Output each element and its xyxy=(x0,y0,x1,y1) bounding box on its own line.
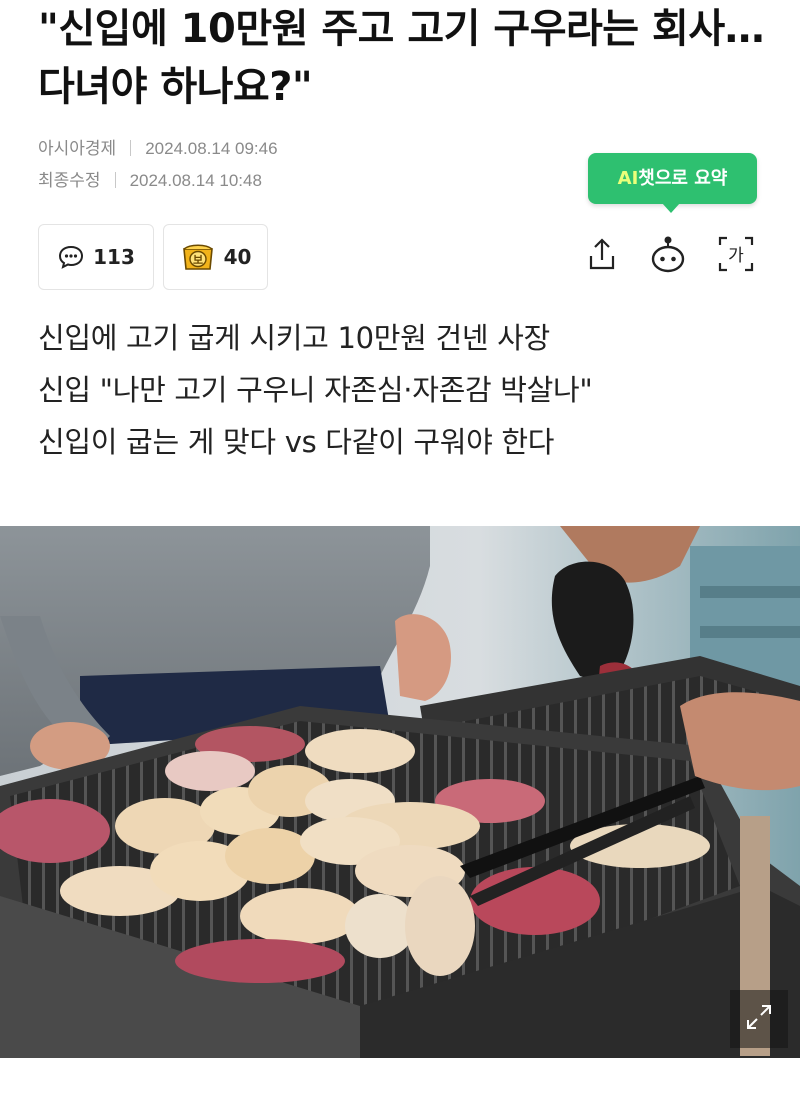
summary-line: 신입 "나만 고기 구우니 자존심·자존감 박살나" xyxy=(38,373,593,407)
article-photo[interactable] xyxy=(0,526,800,1058)
reward-count: 40 xyxy=(223,245,252,269)
publish-date: 2024.08.14 09:46 xyxy=(145,139,278,158)
ai-chat-summary-button[interactable]: AI챗으로 요약 xyxy=(588,153,757,204)
modified-label: 최종수정 xyxy=(38,171,101,190)
right-hand xyxy=(680,692,800,791)
font-size-glyph: 가 xyxy=(728,246,744,266)
share-icon[interactable] xyxy=(582,232,622,276)
reward-glyph: 보 xyxy=(193,254,203,267)
meta-divider xyxy=(130,140,132,156)
summary-line: 신입에 고기 굽게 시키고 10만원 건넨 사장 xyxy=(38,321,550,355)
ai-button-tail xyxy=(662,203,680,213)
publish-info: 아시아경제 2024.08.14 09:46 xyxy=(38,134,278,159)
modified-info: 최종수정 2024.08.14 10:48 xyxy=(38,166,262,191)
summary-line: 신입이 굽는 게 맞다 vs 다같이 구워야 한다 xyxy=(38,425,555,459)
article-summary: 신입에 고기 굽게 시키고 10만원 건넨 사장 신입 "나만 고기 구우니 자… xyxy=(38,312,778,468)
reward-coin-icon: 보 xyxy=(180,241,216,273)
comment-count: 113 xyxy=(93,245,135,269)
meta-divider xyxy=(114,172,116,188)
article-title: "신입에 10만원 주고 고기 구우라는 회사…다녀야 하나요?" xyxy=(38,6,765,110)
news-source[interactable]: 아시아경제 xyxy=(38,134,116,159)
expand-icon xyxy=(742,1000,776,1038)
ai-summary-label: 챗으로 요약 xyxy=(638,168,728,189)
reward-button[interactable]: 보 40 xyxy=(163,224,268,290)
comment-bubble-icon xyxy=(57,244,85,270)
comments-button[interactable]: 113 xyxy=(38,224,154,290)
chatbot-icon[interactable] xyxy=(648,232,688,276)
ai-prefix: AI xyxy=(617,168,639,189)
font-size-icon[interactable]: 가 xyxy=(716,232,756,276)
expand-photo-button[interactable] xyxy=(730,990,788,1048)
modified-date: 2024.08.14 10:48 xyxy=(129,171,262,190)
